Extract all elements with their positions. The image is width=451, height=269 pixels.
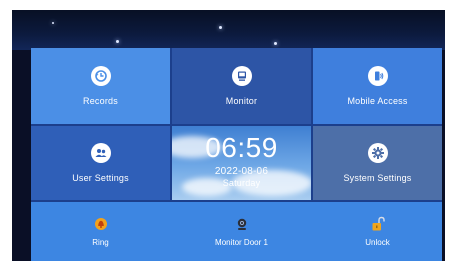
unlock-icon <box>370 216 386 232</box>
monitor-door-label: Monitor Door 1 <box>215 238 268 247</box>
star-decoration <box>219 26 222 29</box>
monitor-tile[interactable]: Monitor <box>172 48 311 124</box>
night-sky-background <box>12 10 445 50</box>
ring-label: Ring <box>92 238 109 247</box>
records-icon <box>90 66 111 86</box>
user-settings-label: User Settings <box>72 173 129 183</box>
system-settings-tile[interactable]: System Settings <box>313 126 442 200</box>
monitor-door-button[interactable]: Monitor Door 1 <box>172 202 311 261</box>
star-decoration <box>274 42 277 45</box>
camera-icon <box>234 216 250 232</box>
system-settings-label: System Settings <box>343 173 412 183</box>
star-decoration <box>116 40 119 43</box>
clock-time: 06:59 <box>205 132 278 163</box>
bottom-bar: Ring Monitor Door 1 Unlock <box>31 202 442 261</box>
unlock-label: Unlock <box>365 238 390 247</box>
star-decoration <box>52 22 54 24</box>
bell-icon <box>93 216 109 232</box>
ring-button[interactable]: Ring <box>31 202 170 261</box>
mobile-access-icon <box>367 66 388 86</box>
user-settings-icon <box>90 143 111 163</box>
clock-day: Saturday <box>222 178 261 188</box>
user-settings-tile[interactable]: User Settings <box>31 126 170 200</box>
clock-widget: 06:59 2022-08-06 Saturday <box>172 126 311 200</box>
mobile-access-label: Mobile Access <box>347 96 408 106</box>
records-label: Records <box>83 96 118 106</box>
unlock-button[interactable]: Unlock <box>313 202 442 261</box>
mobile-access-tile[interactable]: Mobile Access <box>313 48 442 124</box>
device-screen: Records Monitor Mobile Access User Setti… <box>12 10 445 261</box>
monitor-label: Monitor <box>225 96 258 106</box>
gear-icon <box>367 143 388 163</box>
clock-date: 2022-08-06 <box>214 166 269 177</box>
home-panel: Records Monitor Mobile Access User Setti… <box>31 48 442 261</box>
monitor-icon <box>231 66 252 86</box>
records-tile[interactable]: Records <box>31 48 170 124</box>
